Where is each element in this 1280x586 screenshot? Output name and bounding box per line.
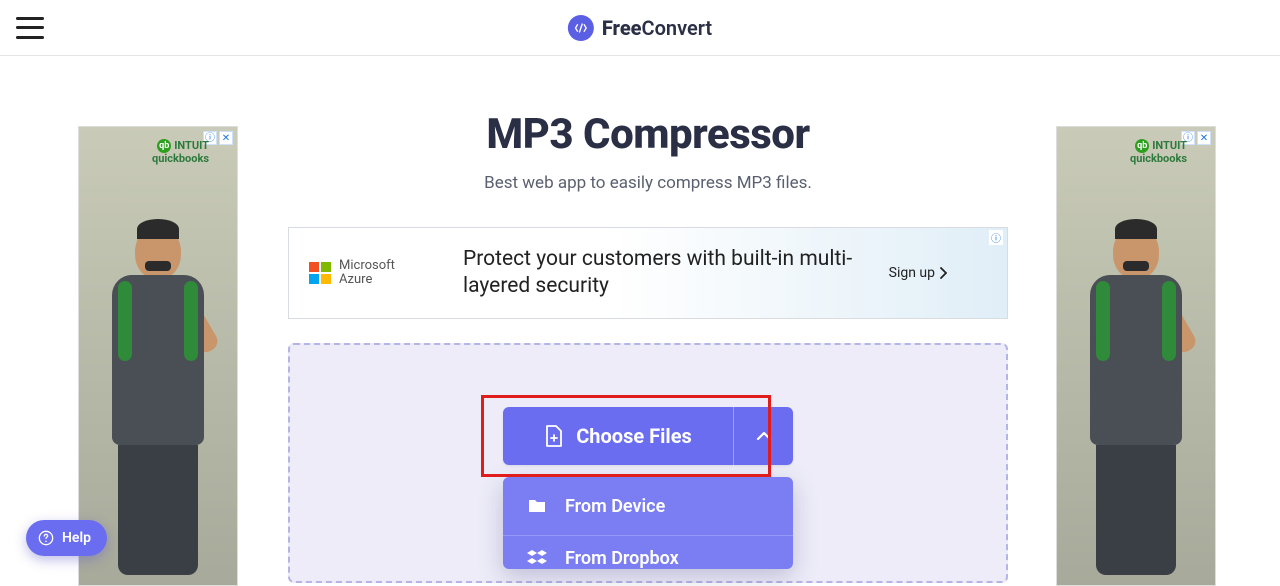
page-title: MP3 Compressor xyxy=(280,110,1016,159)
page-subtitle: Best web app to easily compress MP3 file… xyxy=(280,173,1016,193)
dropdown-item-from-dropbox[interactable]: From Dropbox xyxy=(503,535,793,569)
convert-logo-icon xyxy=(568,15,594,41)
right-sidebar-ad[interactable]: ⓘ ✕ qbINTUIT quickbooks xyxy=(1056,126,1216,586)
help-circle-icon xyxy=(38,530,54,546)
help-button[interactable]: Help xyxy=(26,520,107,556)
brand-light: Convert xyxy=(642,16,713,40)
ad-message: Protect your customers with built-in mul… xyxy=(439,246,889,301)
ad-close-icon[interactable]: ✕ xyxy=(219,131,233,145)
choose-files-dropdown-toggle[interactable] xyxy=(733,407,793,465)
ad-illustration xyxy=(1071,225,1201,585)
ad-info-icon[interactable]: ⓘ xyxy=(989,230,1003,245)
menu-hamburger-icon[interactable] xyxy=(16,17,44,39)
ad-brand-label: qbINTUIT quickbooks xyxy=(1130,139,1187,165)
choose-files-dropdown: From Device From Dropbox xyxy=(503,477,793,569)
ad-illustration xyxy=(93,225,223,585)
microsoft-logo-icon xyxy=(309,262,331,284)
choose-files-button[interactable]: Choose Files xyxy=(503,407,733,465)
choose-files-group: Choose Files From Device xyxy=(503,407,793,569)
main-area: ⓘ ✕ qbINTUIT quickbooks ⓘ ✕ qbINTUIT qui… xyxy=(0,56,1280,586)
center-column: MP3 Compressor Best web app to easily co… xyxy=(280,56,1016,586)
file-add-icon xyxy=(544,424,564,448)
site-logo[interactable]: FreeConvert xyxy=(568,15,712,41)
brand-bold: Free xyxy=(602,16,642,40)
ad-close-icon[interactable]: ✕ xyxy=(1197,131,1211,145)
ad-brand-label: qbINTUIT quickbooks xyxy=(152,139,209,165)
left-sidebar-ad[interactable]: ⓘ ✕ qbINTUIT quickbooks xyxy=(78,126,238,586)
folder-icon xyxy=(527,497,547,515)
site-header: FreeConvert xyxy=(0,0,1280,56)
ad-provider-logo: MicrosoftAzure xyxy=(309,259,439,288)
dropbox-icon xyxy=(527,548,547,566)
file-dropzone[interactable]: Choose Files From Device xyxy=(288,343,1008,583)
chevron-up-icon xyxy=(756,431,772,441)
inline-banner-ad[interactable]: ⓘ MicrosoftAzure Protect your customers … xyxy=(288,227,1008,319)
dropdown-item-from-device[interactable]: From Device xyxy=(503,477,793,535)
chevron-right-icon xyxy=(939,267,947,279)
ad-signup-link[interactable]: Sign up xyxy=(889,265,987,281)
